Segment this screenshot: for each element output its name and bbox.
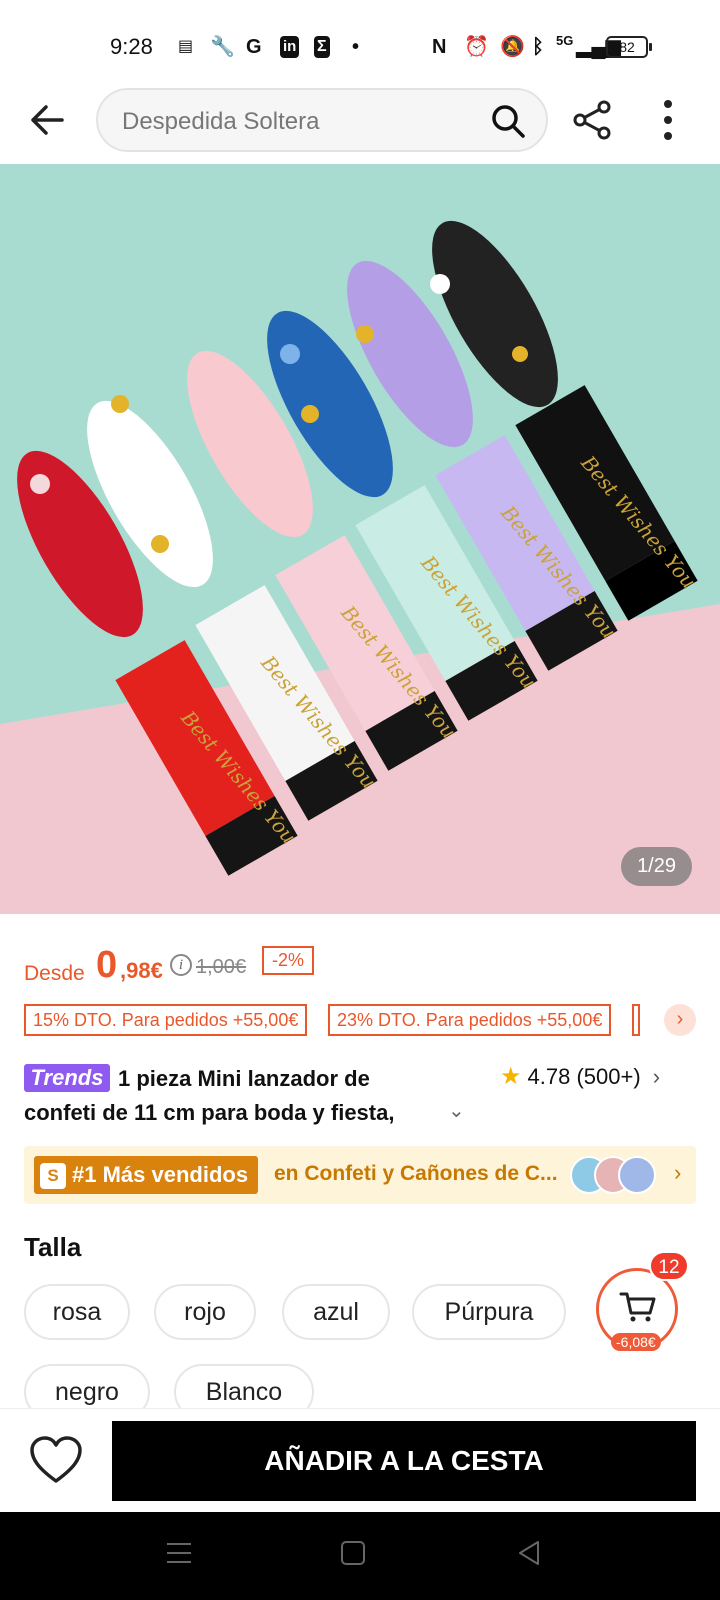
rating-summary[interactable]: ★ 4.78 (500+) › bbox=[500, 1062, 660, 1096]
network-type: 5G bbox=[556, 33, 574, 48]
bestseller-badge: S #1 Más vendidos bbox=[34, 1156, 259, 1194]
back-triangle-icon[interactable] bbox=[516, 1540, 542, 1566]
product-image[interactable]: Best Wishes You Best Wishes You Best Wis… bbox=[0, 164, 720, 914]
discount-badge: -2% bbox=[262, 946, 315, 975]
wrench-icon: 🔧 bbox=[210, 36, 235, 58]
search-input[interactable]: Despedida Soltera bbox=[96, 88, 548, 152]
size-option-rojo[interactable]: rojo bbox=[154, 1284, 256, 1340]
search-placeholder: Despedida Soltera bbox=[122, 108, 320, 135]
size-option-azul[interactable]: azul bbox=[282, 1284, 390, 1340]
system-nav-bar bbox=[0, 1512, 720, 1600]
share-icon[interactable] bbox=[570, 98, 614, 142]
size-option-purpura[interactable]: Púrpura bbox=[412, 1284, 566, 1340]
size-label: Talla bbox=[24, 1232, 82, 1262]
size-option-rosa[interactable]: rosa bbox=[24, 1284, 130, 1340]
search-icon[interactable] bbox=[490, 103, 526, 139]
shop-icon: S bbox=[40, 1163, 66, 1189]
image-counter: 1/29 bbox=[621, 847, 692, 886]
wishlist-heart-icon[interactable] bbox=[28, 1435, 84, 1487]
product-title[interactable]: 1 pieza Mini lanzador de confeti de 11 c… bbox=[24, 1062, 424, 1130]
add-to-cart-button[interactable]: AÑADIR A LA CESTA bbox=[112, 1421, 696, 1501]
coupon-tag[interactable]: 23% DTO. Para pedidos +55,00€ bbox=[328, 1004, 612, 1036]
coupon-tag-partial[interactable] bbox=[632, 1004, 640, 1036]
price-decimal: ,98€ bbox=[120, 958, 163, 983]
floating-cart-button[interactable]: 12 -6,08€ bbox=[596, 1251, 689, 1351]
price-prefix: Desde bbox=[24, 962, 85, 985]
price-section: Desde 0 ,98€ i 1,00€ -2% bbox=[24, 944, 704, 988]
status-bar: 9:28 ▤ 🔧 G in Σ • N ⏰ 🔕 ᛒ 5G ▂▄▆ 82 bbox=[0, 0, 720, 80]
coupon-tag[interactable]: 15% DTO. Para pedidos +55,00€ bbox=[24, 1004, 308, 1036]
bottom-action-bar: AÑADIR A LA CESTA bbox=[0, 1408, 720, 1512]
chevron-right-icon: › bbox=[674, 1160, 682, 1185]
star-icon: ★ bbox=[500, 1063, 522, 1090]
status-time: 9:28 bbox=[110, 34, 153, 59]
mute-icon: 🔕 bbox=[500, 36, 525, 58]
menu-icon[interactable] bbox=[166, 1540, 192, 1566]
chevron-right-icon: › bbox=[652, 1064, 661, 1089]
storage-icon: ▤ bbox=[178, 38, 194, 55]
review-count: (500+) bbox=[576, 1064, 641, 1089]
bestseller-category: en Confeti y Cañones de C... bbox=[274, 1162, 558, 1185]
cart-count-badge: 12 bbox=[649, 1251, 689, 1281]
product-title-section: Trends 1 pieza Mini lanzador de confeti … bbox=[24, 1062, 704, 1132]
battery-icon: 82 bbox=[606, 36, 652, 58]
sigma-icon: Σ bbox=[314, 36, 330, 58]
bestseller-banner[interactable]: S #1 Más vendidos en Confeti y Cañones de… bbox=[24, 1146, 696, 1204]
top-bar: Despedida Soltera bbox=[0, 80, 720, 164]
alarm-icon: ⏰ bbox=[464, 36, 489, 58]
chevron-right-icon[interactable]: › bbox=[664, 1004, 696, 1036]
confetti-launchers-photo: Best Wishes You Best Wishes You Best Wis… bbox=[0, 164, 720, 914]
home-icon[interactable] bbox=[340, 1540, 366, 1566]
thumbnail bbox=[618, 1156, 656, 1194]
original-price: 1,00€ bbox=[196, 956, 247, 978]
info-icon[interactable]: i bbox=[170, 954, 192, 976]
more-vertical-icon[interactable] bbox=[650, 96, 686, 144]
back-arrow-icon[interactable] bbox=[26, 98, 70, 142]
coupon-row: 15% DTO. Para pedidos +55,00€ 23% DTO. P… bbox=[24, 1004, 704, 1038]
cart-icon bbox=[619, 1292, 656, 1322]
rating-value: 4.78 bbox=[527, 1064, 571, 1089]
cart-saving: -6,08€ bbox=[611, 1333, 661, 1351]
price-integer: 0 bbox=[96, 944, 118, 986]
nfc-icon: N bbox=[432, 36, 447, 58]
bluetooth-icon: ᛒ bbox=[532, 36, 544, 58]
dot-icon: • bbox=[352, 36, 360, 58]
google-icon: G bbox=[246, 36, 262, 58]
chevron-down-icon[interactable]: ⌄ bbox=[448, 1098, 465, 1123]
bestseller-label: #1 Más vendidos bbox=[72, 1162, 249, 1187]
category-thumbnails bbox=[570, 1156, 660, 1194]
linkedin-icon: in bbox=[280, 36, 300, 58]
